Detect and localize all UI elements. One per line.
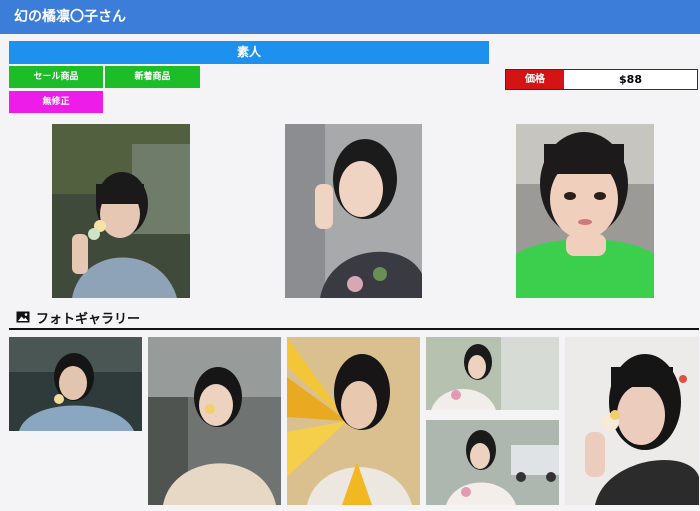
gallery-heading: フォトギャラリー — [16, 308, 141, 327]
new-arrival-tag[interactable]: 新着商品 — [105, 66, 200, 88]
gallery-divider — [9, 328, 699, 330]
gallery-photo-3[interactable] — [287, 337, 420, 505]
price-label: 価格 — [506, 70, 564, 89]
price-value: $88 — [564, 70, 697, 89]
gallery-heading-text: フォトギャラリー — [36, 311, 141, 327]
uncensored-tag[interactable]: 無修正 — [9, 91, 103, 113]
gallery-photo-1[interactable] — [9, 337, 142, 431]
product-photo-2[interactable] — [285, 124, 422, 298]
gallery-photo-6[interactable] — [565, 337, 699, 505]
price-box: 価格 $88 — [505, 69, 698, 90]
category-label[interactable]: 素人 — [9, 41, 489, 64]
gallery-photo-2[interactable] — [148, 337, 281, 505]
sale-tag[interactable]: セール商品 — [9, 66, 103, 88]
gallery-photo-5[interactable] — [426, 420, 559, 505]
product-photo-1[interactable] — [52, 124, 190, 298]
product-photo-3[interactable] — [516, 124, 654, 298]
page-title: 幻の橘凛〇子さん — [0, 0, 700, 34]
gallery-photo-4[interactable] — [426, 337, 559, 410]
image-icon — [16, 311, 30, 323]
